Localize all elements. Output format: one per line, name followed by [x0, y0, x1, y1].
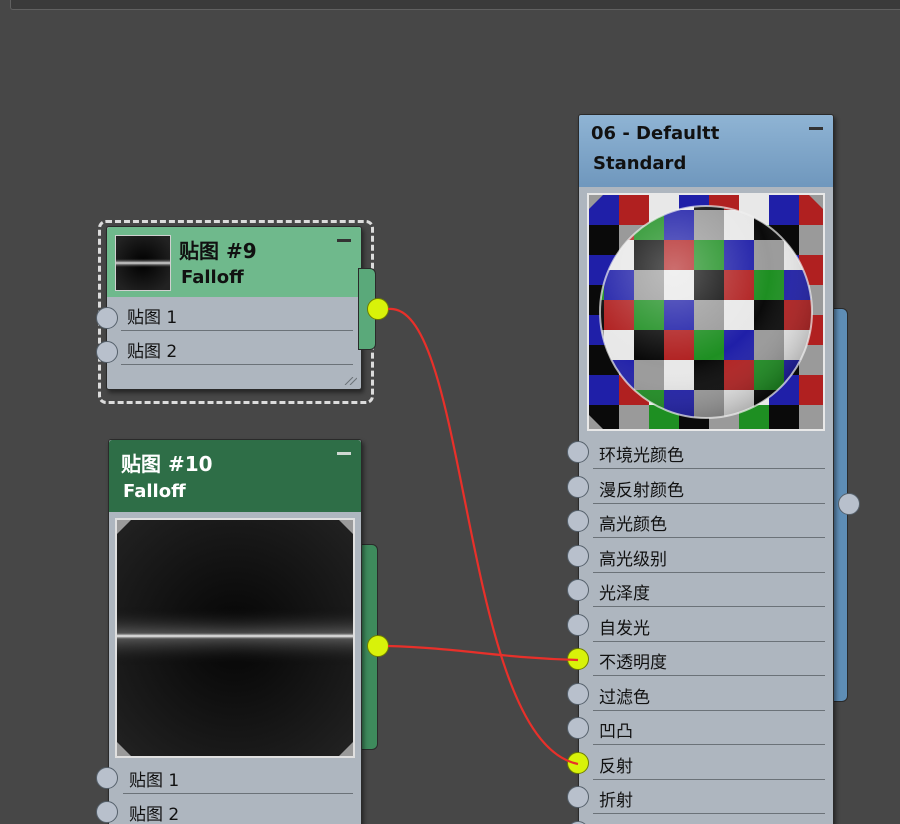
connection-wires [387, 307, 579, 766]
wire-map10-to-opacity [387, 644, 579, 662]
wire-map9-to-reflection [387, 307, 579, 766]
node-editor-canvas[interactable]: 贴图 #9 Falloff 贴图 1 贴图 2 贴图 #10 Falloff 贴… [0, 0, 900, 824]
